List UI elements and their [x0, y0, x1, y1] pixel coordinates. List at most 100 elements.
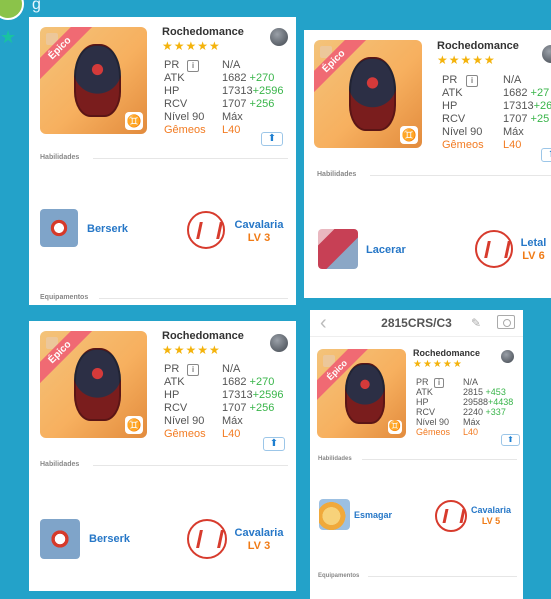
atk-label: ATK: [164, 72, 185, 84]
top-bar: ‹ 2815CRS/C3 ✎: [310, 310, 523, 337]
atk-label: ATK: [164, 376, 185, 388]
berserk-skill-icon[interactable]: [40, 519, 80, 559]
hp-bonus: +4438: [488, 397, 514, 407]
nivel-value: Máx: [503, 126, 524, 138]
info-icon[interactable]: i: [187, 60, 199, 72]
class-level: LV 5: [481, 516, 501, 526]
hp-bonus: +2596: [252, 85, 284, 97]
cavalry-class-icon[interactable]: [435, 500, 467, 532]
cavalry-class-icon[interactable]: [187, 519, 227, 559]
pr-value: N/A: [463, 377, 479, 387]
hero-art: [74, 44, 122, 117]
hp-value: 29588: [463, 397, 489, 407]
hero-card-3: Épico ♊ Rochedomance ★★★★★ PR i N/A ATK …: [29, 321, 296, 591]
page-title: 2815CRS/C3: [381, 316, 452, 330]
gemeos-value: L40: [463, 427, 479, 437]
atk-bonus: +270: [249, 72, 275, 84]
class-name: Cavalaria: [234, 527, 284, 539]
hp-value: 17313: [503, 100, 534, 112]
class-level: LV 6: [522, 250, 545, 262]
section-equipamentos: Equipamentos: [40, 294, 89, 301]
class-name: Letal: [520, 237, 547, 249]
divider: [368, 576, 517, 577]
element-gem-icon[interactable]: [270, 334, 288, 352]
gemini-icon: ♊: [125, 416, 143, 434]
rcv-value: 2240: [463, 407, 484, 417]
section-habilidades: Habilidades: [317, 171, 357, 178]
hero-name: Rochedomance: [162, 330, 244, 342]
atk-bonus: +453: [485, 387, 506, 397]
upgrade-button[interactable]: ⬆: [501, 434, 520, 446]
cavalry-class-icon[interactable]: [187, 211, 225, 249]
atk-value: 2815: [463, 387, 484, 397]
pr-label: PR: [442, 74, 458, 86]
gemeos-label: Gêmeos: [164, 124, 206, 136]
section-habilidades: Habilidades: [40, 461, 80, 468]
hero-portrait[interactable]: Épico ♊: [317, 349, 406, 438]
nivel-label: Nível 90: [442, 126, 483, 138]
info-icon[interactable]: i: [434, 378, 444, 388]
hp-label: HP: [442, 100, 458, 112]
pr-label: PR: [416, 377, 429, 387]
rcv-value: 1707: [222, 98, 247, 110]
rcv-label: RCV: [164, 98, 188, 110]
skill-name[interactable]: Berserk: [89, 533, 130, 545]
edit-icon[interactable]: ✎: [471, 316, 481, 330]
gemini-icon: ♊: [125, 112, 143, 130]
atk-label: ATK: [416, 387, 433, 397]
hero-art: [345, 363, 385, 424]
hero-portrait[interactable]: Épico ♊: [40, 331, 147, 438]
pr-value: N/A: [222, 59, 241, 71]
star-icon: ★: [0, 27, 17, 47]
class-level: LV 3: [247, 232, 271, 244]
gemini-icon: ♊: [388, 420, 402, 434]
atk-value: 1682: [503, 87, 528, 99]
element-gem-icon[interactable]: [542, 45, 551, 63]
nivel-value: Máx: [222, 415, 243, 427]
skill-name[interactable]: Berserk: [87, 223, 128, 235]
nivel-value: Máx: [463, 417, 481, 427]
element-gem-icon[interactable]: [270, 28, 288, 46]
element-gem-icon[interactable]: [501, 350, 514, 363]
camera-icon[interactable]: [497, 315, 515, 329]
berserk-skill-icon[interactable]: [40, 209, 78, 247]
atk-bonus: +27: [530, 87, 550, 99]
divider: [93, 465, 288, 466]
top-strip-text: g: [32, 0, 42, 13]
info-icon[interactable]: i: [466, 75, 478, 87]
gemeos-value: L40: [222, 124, 241, 136]
divider: [99, 298, 288, 299]
class-name: Cavalaria: [470, 505, 512, 515]
section-habilidades: Habilidades: [318, 456, 352, 462]
esmagar-skill-icon[interactable]: [319, 499, 350, 530]
hp-bonus: +26: [533, 100, 551, 112]
letal-class-icon[interactable]: [475, 230, 513, 268]
section-habilidades: Habilidades: [40, 154, 80, 161]
atk-bonus: +270: [249, 376, 275, 388]
divider: [362, 459, 517, 460]
nivel-value: Máx: [222, 111, 243, 123]
upgrade-button[interactable]: ⬆: [541, 148, 551, 162]
gemini-icon: ♊: [400, 126, 418, 144]
app-badge-icon: [0, 0, 24, 20]
gemeos-label: Gêmeos: [164, 428, 206, 440]
upgrade-button[interactable]: ⬆: [261, 132, 283, 146]
hero-portrait[interactable]: Épico ♊: [314, 40, 422, 148]
atk-value: 1682: [222, 376, 247, 388]
nivel-label: Nível 90: [164, 415, 205, 427]
nivel-label: Nível 90: [164, 111, 205, 123]
rcv-value: 1707: [503, 113, 528, 125]
rcv-label: RCV: [416, 407, 436, 417]
atk-label: ATK: [442, 87, 463, 99]
skill-name[interactable]: Esmagar: [354, 510, 392, 520]
info-icon[interactable]: i: [187, 364, 199, 376]
hero-name: Rochedomance: [437, 40, 519, 52]
gemeos-value: L40: [503, 139, 522, 151]
rcv-value: 1707: [222, 402, 247, 414]
hero-card-4: ‹ 2815CRS/C3 ✎ Épico ♊ Rochedomance ★★★★…: [310, 310, 523, 599]
lacerar-skill-icon[interactable]: [318, 229, 358, 269]
skill-name[interactable]: Lacerar: [366, 244, 406, 256]
hero-portrait[interactable]: Épico ♊: [40, 27, 147, 134]
upgrade-button[interactable]: ⬆: [263, 437, 285, 451]
rcv-bonus: +256: [249, 98, 275, 110]
